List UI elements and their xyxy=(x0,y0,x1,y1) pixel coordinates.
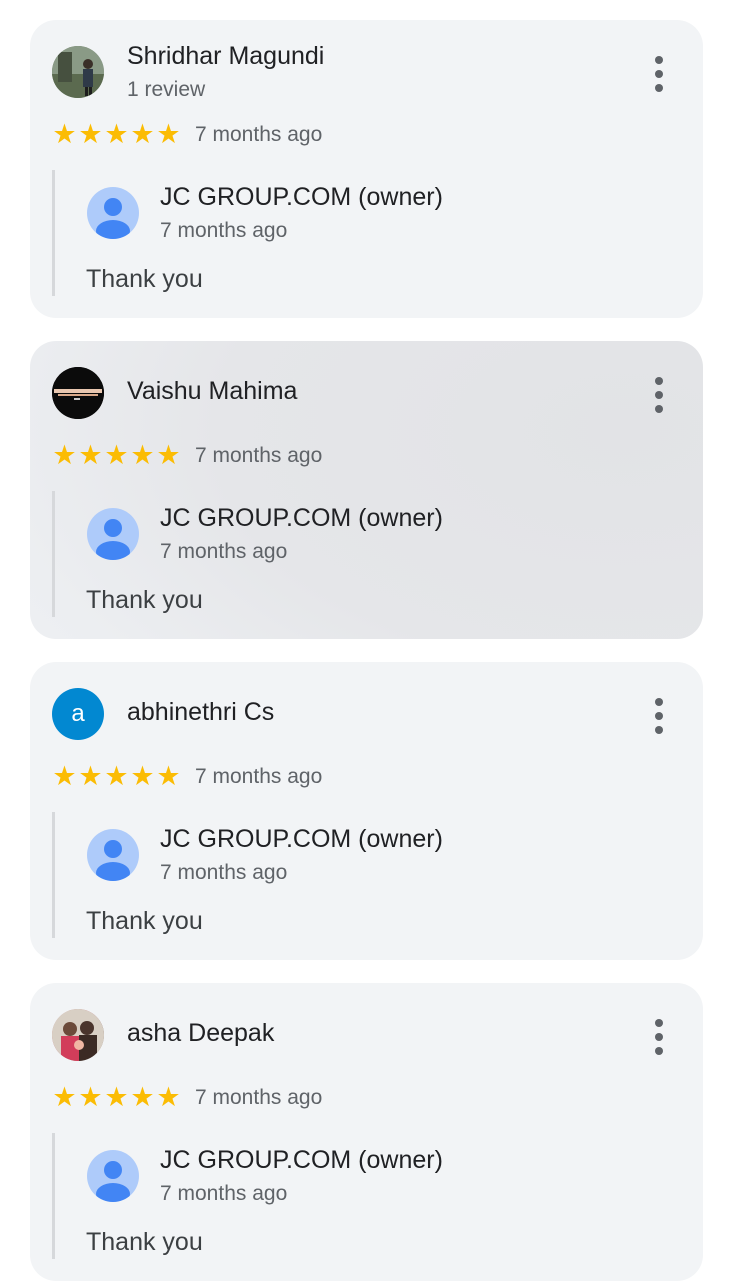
star-icon: ★ xyxy=(78,1082,103,1112)
star-icon: ★ xyxy=(52,761,77,791)
star-icon: ★ xyxy=(104,440,129,470)
star-icon: ★ xyxy=(156,119,181,149)
reviewer-name[interactable]: Shridhar Magundi xyxy=(127,42,324,71)
review-time: 7 months ago xyxy=(195,122,323,146)
star-icon: ★ xyxy=(52,119,77,149)
review-time: 7 months ago xyxy=(195,1085,323,1109)
star-rating: ★ ★ ★ ★ ★ xyxy=(52,442,181,469)
owner-reply-text: Thank you xyxy=(86,1228,203,1256)
review-card[interactable]: Vaishu Mahima ★ ★ ★ ★ ★ 7 months ago JC … xyxy=(30,341,703,639)
star-rating: ★ ★ ★ ★ ★ xyxy=(52,763,181,790)
star-icon: ★ xyxy=(130,119,155,149)
rating-row: ★ ★ ★ ★ ★ 7 months ago xyxy=(52,442,322,469)
star-icon: ★ xyxy=(78,440,103,470)
reviewer-name[interactable]: abhinethri Cs xyxy=(127,698,274,727)
reviewer-avatar[interactable]: a xyxy=(52,688,104,740)
owner-reply-text: Thank you xyxy=(86,586,203,614)
avatar-letter: a xyxy=(71,700,85,727)
reviewer-avatar[interactable] xyxy=(52,367,104,419)
owner-reply-text: Thank you xyxy=(86,265,203,293)
star-icon: ★ xyxy=(130,761,155,791)
owner-name: JC GROUP.COM (owner) xyxy=(160,504,443,532)
avatar-photo-image xyxy=(52,367,104,419)
rating-row: ★ ★ ★ ★ ★ 7 months ago xyxy=(52,1084,322,1111)
reviewer-avatar[interactable] xyxy=(52,46,104,98)
star-icon: ★ xyxy=(130,440,155,470)
reviewer-name[interactable]: asha Deepak xyxy=(127,1019,274,1048)
star-icon: ★ xyxy=(78,761,103,791)
reviewer-name[interactable]: Vaishu Mahima xyxy=(127,377,297,406)
star-rating: ★ ★ ★ ★ ★ xyxy=(52,1084,181,1111)
more-vert-icon[interactable] xyxy=(651,377,667,413)
reviewer-review-count: 1 review xyxy=(127,78,206,101)
owner-reply-time: 7 months ago xyxy=(160,540,288,563)
avatar-photo-image xyxy=(52,1009,104,1061)
star-icon: ★ xyxy=(104,1082,129,1112)
owner-reply: JC GROUP.COM (owner) 7 months ago Thank … xyxy=(52,491,655,617)
review-time: 7 months ago xyxy=(195,764,323,788)
owner-reply: JC GROUP.COM (owner) 7 months ago Thank … xyxy=(52,812,655,938)
owner-reply: JC GROUP.COM (owner) 7 months ago Thank … xyxy=(52,1133,655,1259)
star-icon: ★ xyxy=(78,119,103,149)
person-icon xyxy=(87,1150,139,1202)
more-vert-icon[interactable] xyxy=(651,1019,667,1055)
review-card[interactable]: asha Deepak ★ ★ ★ ★ ★ 7 months ago JC GR… xyxy=(30,983,703,1281)
owner-reply-time: 7 months ago xyxy=(160,219,288,242)
person-icon xyxy=(87,829,139,881)
reviews-list: Shridhar Magundi 1 review ★ ★ ★ ★ ★ 7 mo… xyxy=(0,0,733,1281)
more-vert-icon[interactable] xyxy=(651,56,667,92)
person-icon xyxy=(87,187,139,239)
review-card[interactable]: a abhinethri Cs ★ ★ ★ ★ ★ 7 months ago J… xyxy=(30,662,703,960)
owner-reply: JC GROUP.COM (owner) 7 months ago Thank … xyxy=(52,170,655,296)
owner-name: JC GROUP.COM (owner) xyxy=(160,1146,443,1174)
star-icon: ★ xyxy=(156,440,181,470)
owner-name: JC GROUP.COM (owner) xyxy=(160,183,443,211)
star-icon: ★ xyxy=(130,1082,155,1112)
rating-row: ★ ★ ★ ★ ★ 7 months ago xyxy=(52,763,322,790)
reviewer-avatar[interactable] xyxy=(52,1009,104,1061)
star-icon: ★ xyxy=(104,119,129,149)
rating-row: ★ ★ ★ ★ ★ 7 months ago xyxy=(52,121,322,148)
owner-name: JC GROUP.COM (owner) xyxy=(160,825,443,853)
star-icon: ★ xyxy=(52,1082,77,1112)
owner-reply-time: 7 months ago xyxy=(160,1182,288,1205)
more-vert-icon[interactable] xyxy=(651,698,667,734)
person-icon xyxy=(87,508,139,560)
owner-reply-time: 7 months ago xyxy=(160,861,288,884)
star-icon: ★ xyxy=(156,761,181,791)
star-icon: ★ xyxy=(156,1082,181,1112)
review-time: 7 months ago xyxy=(195,443,323,467)
star-rating: ★ ★ ★ ★ ★ xyxy=(52,121,181,148)
review-card[interactable]: Shridhar Magundi 1 review ★ ★ ★ ★ ★ 7 mo… xyxy=(30,20,703,318)
avatar-photo-image xyxy=(52,46,104,98)
star-icon: ★ xyxy=(52,440,77,470)
star-icon: ★ xyxy=(104,761,129,791)
owner-reply-text: Thank you xyxy=(86,907,203,935)
